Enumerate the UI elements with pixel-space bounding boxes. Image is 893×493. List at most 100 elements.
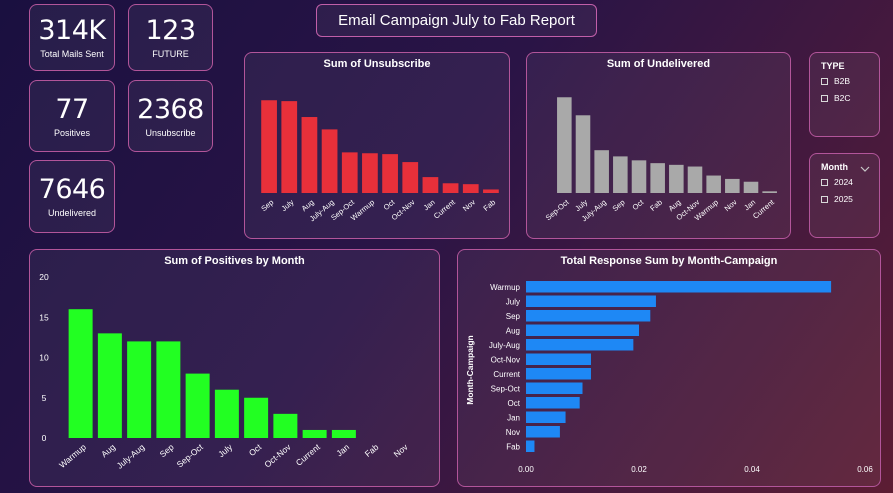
- response-bar[interactable]: [526, 440, 535, 453]
- positives-y-tick: 5: [42, 393, 47, 403]
- unsubscribe-bar[interactable]: [301, 117, 318, 193]
- positives-tick-label: Aug: [99, 442, 117, 460]
- response-bar[interactable]: [526, 295, 656, 308]
- unsubscribe-bar[interactable]: [483, 189, 499, 193]
- unsubscribe-bar[interactable]: [462, 184, 479, 193]
- positives-tick-label: Sep: [158, 442, 176, 460]
- slicer-option-2024[interactable]: 2024: [821, 177, 853, 187]
- unsubscribe-bar[interactable]: [341, 152, 358, 193]
- unsubscribe-tick-label: Jan: [422, 198, 437, 213]
- response-x-tick: 0.04: [744, 465, 760, 474]
- undelivered-chart: Sep-Oct JulyJuly-Aug Sep Oct Fab AugOct-NovWa…: [544, 97, 777, 223]
- positives-bar[interactable]: [97, 333, 122, 438]
- unsubscribe-bar[interactable]: [281, 101, 298, 193]
- undelivered-chart-panel: Sum of Undelivered Sep-Oct July July-Aug Se…: [526, 52, 791, 239]
- response-bar[interactable]: [526, 382, 583, 395]
- positives-tick-label: Sep-Oct: [175, 441, 206, 469]
- positives-bar[interactable]: [331, 429, 356, 438]
- kpi-label: Positives: [53, 127, 90, 138]
- response-bar[interactable]: [526, 339, 634, 351]
- kpi-value: 314K: [38, 15, 106, 46]
- positives-tick-label: Oct: [247, 441, 264, 458]
- response-tick-label: Fab: [506, 443, 520, 452]
- unsubscribe-tick-label: Fab: [482, 198, 498, 213]
- positives-bar[interactable]: [156, 341, 181, 438]
- undelivered-bar[interactable]: [557, 97, 572, 193]
- chevron-down-icon[interactable]: [860, 160, 870, 178]
- undelivered-bar[interactable]: [762, 191, 777, 193]
- response-tick-label: Warmup: [490, 283, 520, 292]
- unsubscribe-tick-label: Oct-Nov: [390, 197, 417, 222]
- response-tick-label: Aug: [506, 327, 520, 336]
- response-bar[interactable]: [526, 368, 591, 380]
- undelivered-bar[interactable]: [594, 150, 609, 193]
- kpi-value: 77: [55, 93, 89, 125]
- response-x-tick: 0.06: [857, 465, 873, 474]
- positives-y-tick: 10: [39, 353, 49, 363]
- undelivered-bar[interactable]: [631, 160, 647, 193]
- undelivered-bar[interactable]: [613, 156, 628, 193]
- undelivered-bar[interactable]: [669, 164, 684, 193]
- response-bar[interactable]: [526, 353, 591, 366]
- undelivered-tick-label: Current: [751, 197, 777, 221]
- response-bar[interactable]: [526, 397, 580, 409]
- undelivered-bar[interactable]: [706, 175, 721, 193]
- kpi-future: 123 FUTURE: [128, 4, 213, 71]
- response-x-tick: 0.00: [518, 465, 534, 474]
- positives-bar[interactable]: [244, 397, 269, 438]
- positives-bar[interactable]: [127, 341, 152, 438]
- slicer-option-b2b[interactable]: B2B: [821, 76, 850, 86]
- unsubscribe-bar[interactable]: [422, 177, 439, 193]
- response-bar[interactable]: [526, 411, 566, 424]
- positives-tick-label: July: [216, 441, 235, 459]
- response-bar[interactable]: [526, 324, 639, 337]
- positives-bar[interactable]: [273, 413, 298, 438]
- response-tick-label: Nov: [506, 428, 520, 437]
- report-title: Email Campaign July to Fab Report: [316, 4, 597, 37]
- positives-bar[interactable]: [68, 309, 93, 438]
- undelivered-tick-label: Sep: [611, 198, 627, 213]
- response-tick-label: Oct: [508, 399, 521, 408]
- response-chart: Warmup July Sep Aug July-Aug Oct-Nov Current Se…: [465, 281, 873, 474]
- unsubscribe-bar[interactable]: [382, 154, 398, 193]
- kpi-unsubscribe: 2368 Unsubscribe: [128, 80, 213, 152]
- positives-bar[interactable]: [185, 373, 210, 438]
- positives-y-tick: 0: [42, 433, 47, 443]
- checkbox[interactable]: [821, 94, 828, 102]
- undelivered-bar[interactable]: [725, 178, 740, 193]
- unsubscribe-bar[interactable]: [362, 153, 378, 193]
- positives-bar[interactable]: [214, 389, 239, 438]
- positives-tick-label: Jan: [334, 442, 351, 459]
- undelivered-tick-label: Sep-Oct: [544, 197, 572, 222]
- unsubscribe-tick-label: Nov: [461, 197, 477, 213]
- response-tick-label: July-Aug: [489, 341, 520, 350]
- positives-tick-label: Warmup: [57, 442, 88, 470]
- response-bar[interactable]: [526, 426, 560, 438]
- positives-bar[interactable]: [302, 429, 327, 438]
- undelivered-bar[interactable]: [687, 166, 703, 193]
- checkbox[interactable]: [821, 195, 828, 203]
- response-chart-panel: Total Response Sum by Month-Campaign War…: [457, 249, 881, 487]
- checkbox[interactable]: [821, 77, 828, 85]
- kpi-undelivered: 7646 Undelivered: [29, 160, 115, 233]
- slicer-option-2025[interactable]: 2025: [821, 194, 853, 204]
- unsubscribe-bar[interactable]: [402, 162, 419, 193]
- kpi-value: 7646: [38, 174, 106, 205]
- unsubscribe-bar[interactable]: [442, 183, 459, 193]
- undelivered-bar[interactable]: [650, 163, 665, 193]
- positives-tick-label: Nov: [392, 441, 411, 459]
- response-bar[interactable]: [526, 310, 651, 322]
- undelivered-tick-label: Nov: [723, 197, 739, 213]
- kpi-total-mails-sent: 314K Total Mails Sent: [29, 4, 115, 71]
- unsubscribe-bar[interactable]: [321, 129, 338, 193]
- response-tick-label: Sep: [506, 312, 521, 321]
- checkbox[interactable]: [821, 178, 828, 186]
- kpi-value: 2368: [137, 93, 204, 125]
- positives-tick-label: Fab: [363, 442, 381, 459]
- unsubscribe-tick-label: July: [280, 197, 296, 213]
- response-bar[interactable]: [526, 281, 832, 293]
- undelivered-bar[interactable]: [743, 181, 759, 193]
- slicer-option-b2c[interactable]: B2C: [821, 93, 851, 103]
- unsubscribe-bar[interactable]: [261, 100, 277, 193]
- undelivered-bar[interactable]: [575, 115, 591, 193]
